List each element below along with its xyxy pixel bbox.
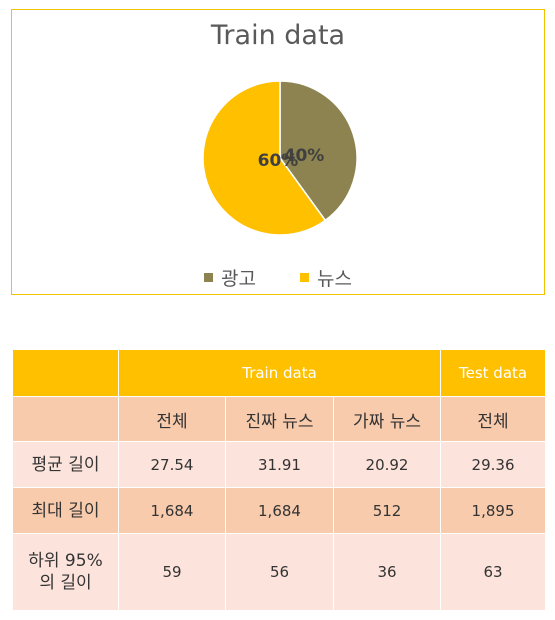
table-cell: 31.91 — [225, 441, 334, 488]
legend-label-ad: 광고 — [221, 268, 256, 290]
subheader-train-real: 진짜 뉴스 — [225, 396, 334, 442]
legend-swatch-news — [300, 273, 309, 282]
table-row: 최대 길이 1,684 1,684 512 1,895 — [12, 487, 547, 534]
stats-table: Train data Test data 전체 진짜 뉴스 가짜 뉴스 전체 평… — [12, 349, 547, 611]
pie-label-news: 60% — [258, 151, 299, 171]
header-corner — [12, 349, 119, 397]
table-cell: 63 — [440, 533, 547, 611]
row-label-line1: 하위 95% — [28, 551, 103, 571]
table-cell: 27.54 — [118, 441, 226, 488]
legend-item-ad: 광고 — [204, 264, 256, 291]
table-cell: 1,895 — [440, 487, 547, 534]
row-label: 하위 95% 의 길이 — [12, 533, 119, 611]
header-train-data: Train data — [117, 349, 442, 397]
table-cell: 29.36 — [440, 441, 547, 488]
legend-label-news: 뉴스 — [317, 268, 352, 290]
table-cell: 20.92 — [332, 441, 442, 488]
table-cell: 36 — [332, 533, 442, 611]
table-subheader-row: 전체 진짜 뉴스 가짜 뉴스 전체 — [12, 396, 547, 442]
header-test-data: Test data — [440, 349, 547, 397]
subheader-train-all: 전체 — [118, 396, 226, 442]
table-cell: 1,684 — [118, 487, 226, 534]
table-header-row: Train data Test data — [12, 349, 547, 397]
legend-item-news: 뉴스 — [300, 264, 352, 291]
row-label: 평균 길이 — [12, 441, 119, 488]
table-row: 평균 길이 27.54 31.91 20.92 29.36 — [12, 441, 547, 488]
row-label: 최대 길이 — [12, 487, 119, 534]
pie-chart: 40%60% — [202, 80, 358, 236]
subheader-train-fake: 가짜 뉴스 — [332, 396, 442, 442]
table-cell: 56 — [225, 533, 334, 611]
row-label-line2: 의 길이 — [39, 573, 92, 593]
table-cell: 512 — [332, 487, 442, 534]
chart-legend: 광고 뉴스 — [12, 264, 544, 291]
subheader-corner — [12, 396, 119, 442]
subheader-test-all: 전체 — [440, 396, 547, 442]
table-row: 하위 95% 의 길이 59 56 36 63 — [12, 533, 547, 611]
legend-swatch-ad — [204, 273, 214, 282]
chart-container: Train data 40% 60% 광고 뉴스 — [11, 9, 545, 295]
table-cell: 59 — [118, 533, 226, 611]
table-cell: 1,684 — [225, 487, 334, 534]
